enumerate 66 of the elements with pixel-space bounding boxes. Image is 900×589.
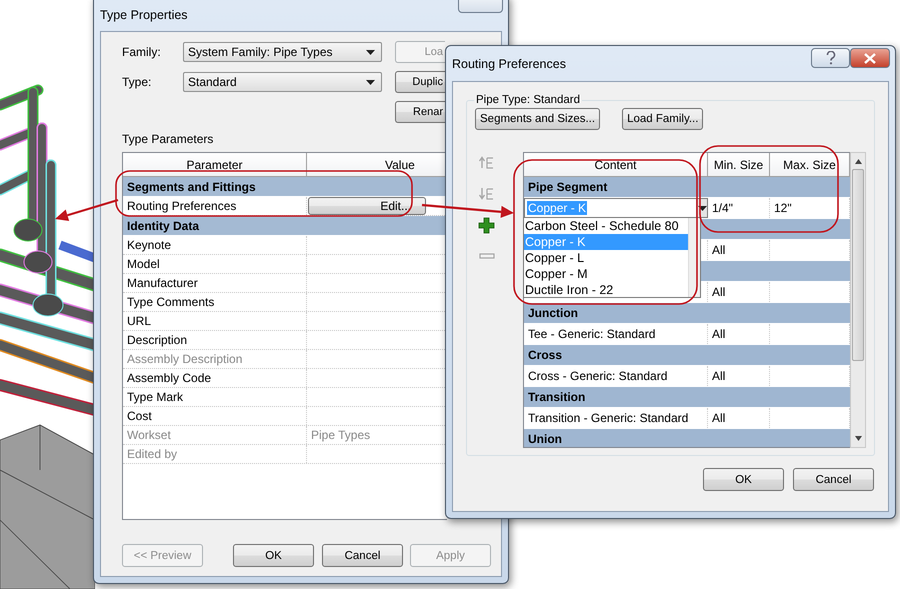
table-cell: Workset [123, 426, 307, 444]
window-title: Type Properties [100, 8, 188, 22]
table-cell: Assembly Description [123, 350, 307, 368]
plus-icon[interactable] [478, 216, 496, 234]
group-header: Union [524, 429, 850, 447]
table-cell: Keynote [123, 236, 307, 254]
table-cell: All [708, 366, 770, 386]
column-header[interactable]: Value [307, 153, 447, 176]
dialog-button[interactable]: OK [233, 544, 314, 567]
dropdown[interactable]: Standard [183, 72, 382, 92]
table-cell: Manufacturer [123, 274, 307, 292]
caret-icon [698, 206, 706, 210]
caret-icon [366, 80, 375, 84]
table-cell: Edited by [123, 445, 307, 463]
table-cell: All [708, 282, 770, 302]
group-header: Cross [524, 345, 850, 366]
dialog-button[interactable]: OK [703, 468, 784, 491]
table-cell: Type Comments [123, 293, 307, 311]
group-header: Identity Data [123, 216, 447, 236]
group-header: Transition [524, 387, 850, 408]
side-button[interactable]: Duplic [395, 71, 445, 93]
field-label: Type: [122, 75, 152, 89]
help-icon [826, 51, 836, 65]
dialog-button[interactable]: Cancel [793, 468, 874, 491]
dropdown-option[interactable]: Ductile Iron - 22 [524, 282, 688, 298]
column-header[interactable]: Parameter [123, 153, 307, 176]
window-title: Routing Preferences [452, 56, 566, 70]
table-cell: Cost [123, 407, 307, 425]
close-icon [864, 52, 876, 64]
dropdown-option[interactable]: Carbon Steel - Schedule 80 [524, 218, 688, 234]
group-header: Pipe Segment [524, 177, 850, 198]
column-header[interactable]: Content [524, 153, 708, 176]
table-cell: 1/4" [708, 198, 770, 218]
column-header[interactable]: Min. Size [708, 153, 770, 176]
annotation-arrow [55, 198, 118, 221]
table-cell: All [708, 408, 770, 428]
group-header: Junction [524, 303, 850, 324]
table-cell: All [708, 324, 770, 344]
field-label: Family: [122, 45, 162, 59]
table-cell: URL [123, 312, 307, 330]
close-button[interactable] [850, 48, 890, 68]
dropdown[interactable]: System Family: Pipe Types [183, 42, 382, 62]
table-cell: Tee - Generic: Standard [524, 324, 708, 344]
dialog-button[interactable]: Load Family... [622, 108, 704, 130]
dialog-button[interactable]: Cancel [322, 544, 403, 567]
table-cell: Routing Preferences [123, 197, 307, 215]
table-cell: Type Mark [123, 388, 307, 406]
table-cell: Description [123, 331, 307, 349]
scrollbar[interactable] [850, 152, 866, 448]
dropdown-option[interactable]: Copper - M [524, 266, 688, 282]
scroll-up-icon[interactable] [854, 159, 862, 164]
table-cell: All [708, 240, 770, 260]
dialog-button[interactable]: Segments and Sizes... [475, 108, 600, 130]
help-button[interactable] [811, 48, 850, 68]
section-label: Type Parameters [122, 132, 214, 146]
side-button[interactable]: Renar [395, 101, 445, 123]
table-cell: Cross - Generic: Standard [524, 366, 708, 386]
dropdown-option[interactable]: Copper - L [524, 250, 688, 266]
edit-button[interactable]: Edit... [308, 197, 426, 215]
table-cell: Model [123, 255, 307, 273]
caret-icon [366, 50, 375, 54]
group-header: Segments and Fittings [123, 177, 447, 197]
group-label: Pipe Type: Standard [475, 94, 581, 106]
table-cell: Transition - Generic: Standard [524, 408, 708, 428]
scroll-down-icon[interactable] [854, 436, 862, 441]
table-cell: Assembly Code [123, 369, 307, 387]
